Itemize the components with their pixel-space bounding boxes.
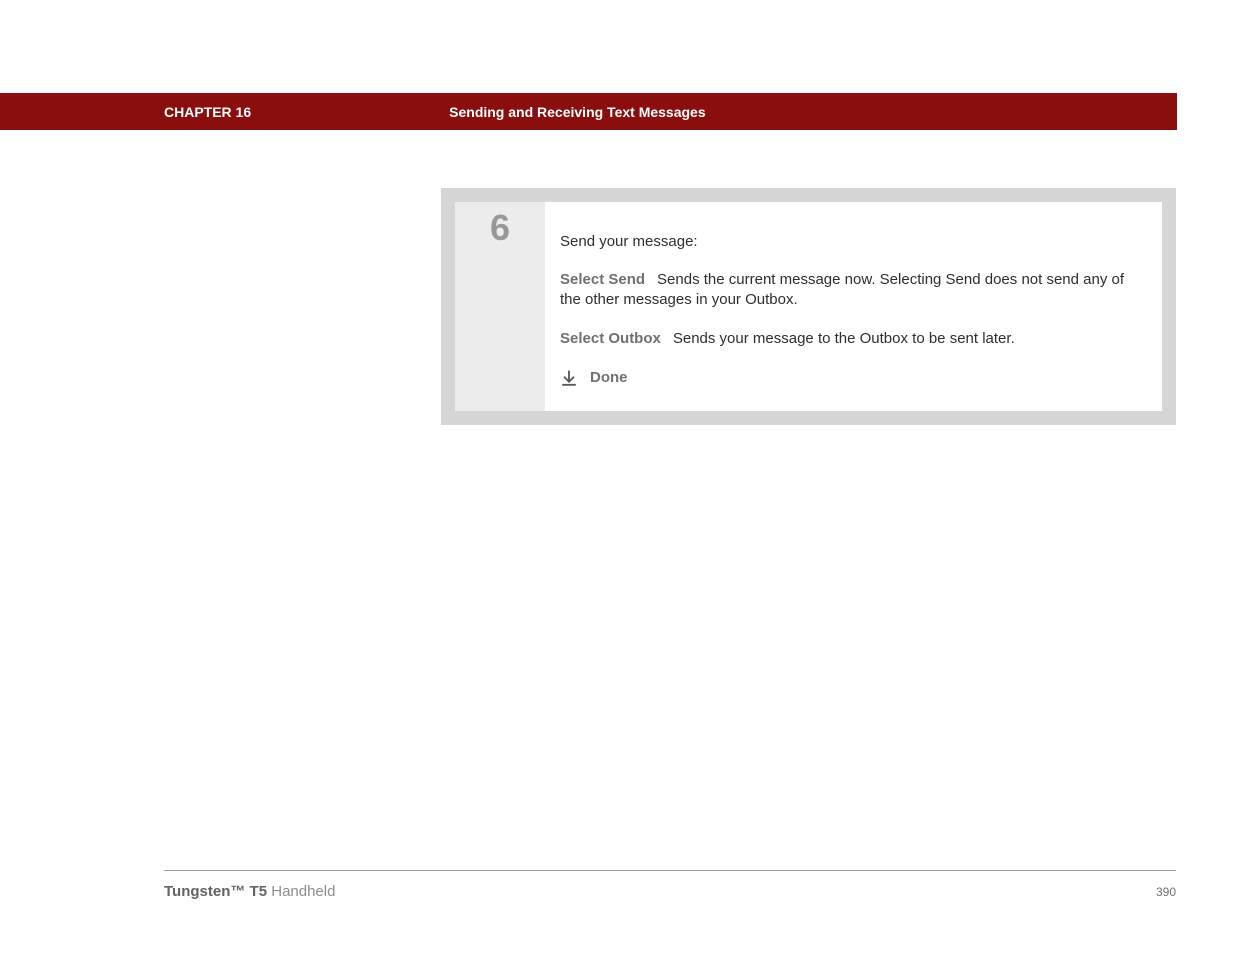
option-send-label: Select Send <box>560 271 645 288</box>
option-send: Select SendSends the current message now… <box>560 270 1147 309</box>
done-label: Done <box>590 369 628 386</box>
step-content: Send your message: Select SendSends the … <box>545 202 1162 411</box>
option-outbox-label: Select Outbox <box>560 330 661 347</box>
footer-product-bold: Tungsten™ T5 <box>164 883 267 900</box>
option-outbox-description: Sends your message to the Outbox to be s… <box>673 330 1015 347</box>
step-intro-text: Send your message: <box>560 233 1147 250</box>
down-arrow-icon <box>560 369 578 387</box>
chapter-title: Sending and Receiving Text Messages <box>449 104 705 120</box>
done-row: Done <box>560 369 1147 387</box>
step-inner: 6 Send your message: Select SendSends th… <box>455 202 1162 411</box>
step-box: 6 Send your message: Select SendSends th… <box>441 188 1176 425</box>
page-footer: Tungsten™ T5 Handheld 390 <box>164 870 1176 900</box>
chapter-label: CHAPTER 16 <box>164 104 251 120</box>
footer-product-rest: Handheld <box>267 883 335 900</box>
footer-product-name: Tungsten™ T5 Handheld <box>164 883 335 900</box>
option-outbox: Select Outbox Sends your message to the O… <box>560 329 1147 349</box>
step-number: 6 <box>455 207 545 249</box>
step-number-column: 6 <box>455 202 545 411</box>
chapter-header-bar: CHAPTER 16 Sending and Receiving Text Me… <box>0 93 1177 130</box>
page-number: 390 <box>1156 885 1176 899</box>
